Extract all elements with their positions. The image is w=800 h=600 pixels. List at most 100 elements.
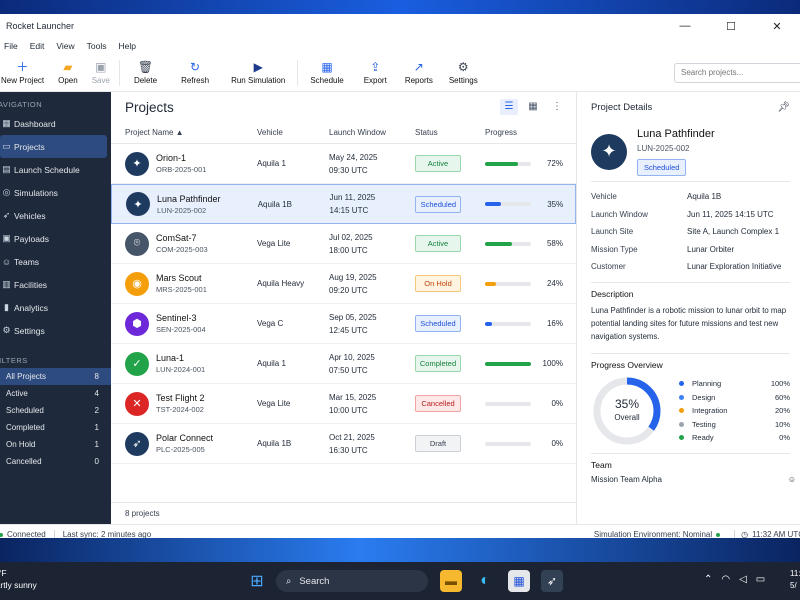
- store-icon[interactable]: ▦: [508, 570, 530, 592]
- minimize-button[interactable]: —: [662, 20, 708, 33]
- menu-help[interactable]: Help: [118, 41, 135, 51]
- filter-completed[interactable]: Completed 1: [0, 419, 111, 436]
- save-button[interactable]: ▣ Save: [85, 55, 117, 91]
- projects-panel: Projects ☰ ▦ ⋮ Project Name ▲ Vehicle La…: [111, 92, 577, 524]
- sidebar-item-facilities[interactable]: ▥ Facilities: [0, 273, 107, 296]
- edge-browser-icon[interactable]: ◐: [474, 570, 496, 592]
- menu-file[interactable]: File: [4, 41, 18, 51]
- table-row[interactable]: ✦ Luna Pathfinder LUN-2025-002 Aquila 1B…: [111, 184, 576, 224]
- column-vehicle[interactable]: Vehicle: [257, 128, 329, 137]
- menu-tools[interactable]: Tools: [87, 41, 107, 51]
- table-row[interactable]: ◉ Mars Scout MRS-2025-001 Aquila Heavy A…: [111, 264, 576, 304]
- filter-scheduled[interactable]: Scheduled 2: [0, 402, 111, 419]
- reports-button[interactable]: ↗ Reports: [397, 55, 441, 91]
- more-options-button[interactable]: ⋮: [548, 99, 566, 115]
- sidebar-item-simulations[interactable]: ◎ Simulations: [0, 181, 107, 204]
- phase-dot: [679, 394, 684, 400]
- project-code: LUN-2024-001: [156, 365, 206, 374]
- new-project-button[interactable]: ＋ New Project: [0, 55, 51, 91]
- team-members-icon[interactable]: ☺: [788, 475, 796, 484]
- filter-on-hold[interactable]: On Hold 1: [0, 436, 111, 453]
- table-row[interactable]: ➶ Polar Connect PLC-2025-005 Aquila 1B O…: [111, 424, 576, 464]
- rocket-launcher-app-icon[interactable]: ➶: [541, 570, 563, 592]
- list-view-button[interactable]: ☰: [500, 99, 518, 115]
- weather-widget[interactable]: °F Partly sunny: [0, 567, 37, 591]
- grid-view-button[interactable]: ▦: [524, 99, 542, 115]
- column-progress[interactable]: Progress: [485, 128, 575, 137]
- vehicle-cell: Aquila 1: [257, 359, 286, 368]
- filter-cancelled[interactable]: Cancelled 0: [0, 453, 111, 470]
- refresh-button[interactable]: ↻ Refresh: [169, 55, 221, 91]
- vehicle-cell: Aquila 1B: [257, 199, 292, 209]
- column-launch-window[interactable]: Launch Window: [329, 126, 415, 139]
- calendar-icon: ▤: [2, 164, 11, 174]
- project-name: Polar Connect: [156, 433, 214, 443]
- taskbar-clock[interactable]: 11:32 5/: [790, 568, 800, 592]
- status-badge: Active: [415, 235, 461, 252]
- table-row[interactable]: ⌾ ComSat-7 COM-2025-003 Vega Lite Jul 02…: [111, 224, 576, 264]
- sidebar-item-dashboard[interactable]: ▦ Dashboard: [0, 112, 107, 135]
- filter-count: 1: [94, 423, 99, 432]
- schedule-button[interactable]: ▦ Schedule: [300, 55, 353, 91]
- column-project-name[interactable]: Project Name ▲: [125, 128, 257, 137]
- detail-value: Aquila 1B: [687, 192, 722, 202]
- table-row[interactable]: ✦ Orion-1 ORB-2025-001 Aquila 1 May 24, …: [111, 144, 576, 184]
- table-row[interactable]: ✕ Test Flight 2 TST-2024-002 Vega Lite M…: [111, 384, 576, 424]
- pin-icon[interactable]: 📌︎: [777, 102, 790, 113]
- phase-label: Ready: [692, 433, 714, 442]
- search-input[interactable]: [674, 62, 800, 83]
- chart-icon: ↗: [413, 60, 424, 74]
- progress-percent: 0%: [551, 399, 563, 408]
- taskbar-search[interactable]: ⌕ Search: [276, 570, 428, 592]
- filter-active[interactable]: Active 4: [0, 385, 111, 402]
- delete-button[interactable]: 🗑︎ Delete: [122, 55, 169, 91]
- gear-icon: ⚙: [457, 60, 469, 74]
- column-status[interactable]: Status: [415, 128, 485, 137]
- sidebar-item-vehicles[interactable]: ➶ Vehicles: [0, 204, 107, 227]
- table-row[interactable]: ⬢ Sentinel-3 SEN-2025-004 Vega C Sep 05,…: [111, 304, 576, 344]
- project-code: LUN-2025-002: [157, 205, 207, 215]
- progress-bar: [485, 441, 531, 446]
- close-button[interactable]: ✕: [754, 20, 800, 33]
- progress-bar: [485, 361, 531, 366]
- progress-bar: [485, 241, 531, 246]
- detail-value: Lunar Orbiter: [687, 244, 735, 254]
- run-simulation-button[interactable]: ▶ Run Simulation: [221, 55, 295, 91]
- gear-icon: ⚙: [2, 325, 11, 335]
- launch-date: Apr 10, 2025: [329, 352, 375, 362]
- launch-time: 18:00 UTC: [329, 245, 368, 255]
- menu-edit[interactable]: Edit: [30, 41, 45, 51]
- sidebar-item-launch-schedule[interactable]: ▤ Launch Schedule: [0, 158, 107, 181]
- table-row[interactable]: ✓ Luna-1 LUN-2024-001 Aquila 1 Apr 10, 2…: [111, 344, 576, 384]
- nav-header: NAVIGATION: [0, 100, 43, 109]
- project-icon: ✓: [125, 351, 149, 376]
- phase-row: Ready 0%: [679, 431, 790, 445]
- progress-percent: 72%: [546, 159, 563, 168]
- details-status-badge: Scheduled: [637, 158, 687, 176]
- sidebar-item-settings[interactable]: ⚙ Settings: [0, 319, 107, 342]
- menu-view[interactable]: View: [56, 41, 74, 51]
- table-header: Project Name ▲ Vehicle Launch Window Sta…: [111, 122, 576, 144]
- clock-icon: ◷: [741, 530, 749, 538]
- launch-time: 10:00 UTC: [329, 405, 368, 415]
- launch-date: Mar 15, 2025: [329, 392, 377, 402]
- filter-all-projects[interactable]: All Projects 8: [0, 368, 111, 385]
- open-button[interactable]: ▰ Open: [51, 55, 85, 91]
- details-header: Project Details: [591, 101, 653, 113]
- sidebar-item-teams[interactable]: ☺ Teams: [0, 250, 107, 273]
- dashboard-icon: ▦: [2, 118, 11, 128]
- system-tray[interactable]: ⌃◠◁▭: [704, 574, 774, 585]
- sidebar-item-payloads[interactable]: ▣ Payloads: [0, 227, 107, 250]
- menu-bar: File Edit View Tools Help: [0, 38, 800, 54]
- detail-field: Customer Lunar Exploration Initiative: [591, 258, 800, 276]
- project-icon: ⬢: [125, 311, 149, 336]
- file-explorer-icon[interactable]: ▬: [440, 570, 462, 592]
- start-icon[interactable]: ⊞: [246, 570, 268, 592]
- sidebar-item-analytics[interactable]: ▮ Analytics: [0, 296, 107, 319]
- detail-field: Launch Site Site A, Launch Complex 1: [591, 223, 800, 241]
- export-button[interactable]: ⇪ Export: [354, 55, 397, 91]
- sidebar-item-projects[interactable]: ▭ Projects: [0, 135, 107, 158]
- settings-button[interactable]: ⚙ Settings: [441, 55, 486, 91]
- phase-label: Integration: [692, 406, 728, 415]
- maximize-button[interactable]: ☐: [708, 20, 754, 33]
